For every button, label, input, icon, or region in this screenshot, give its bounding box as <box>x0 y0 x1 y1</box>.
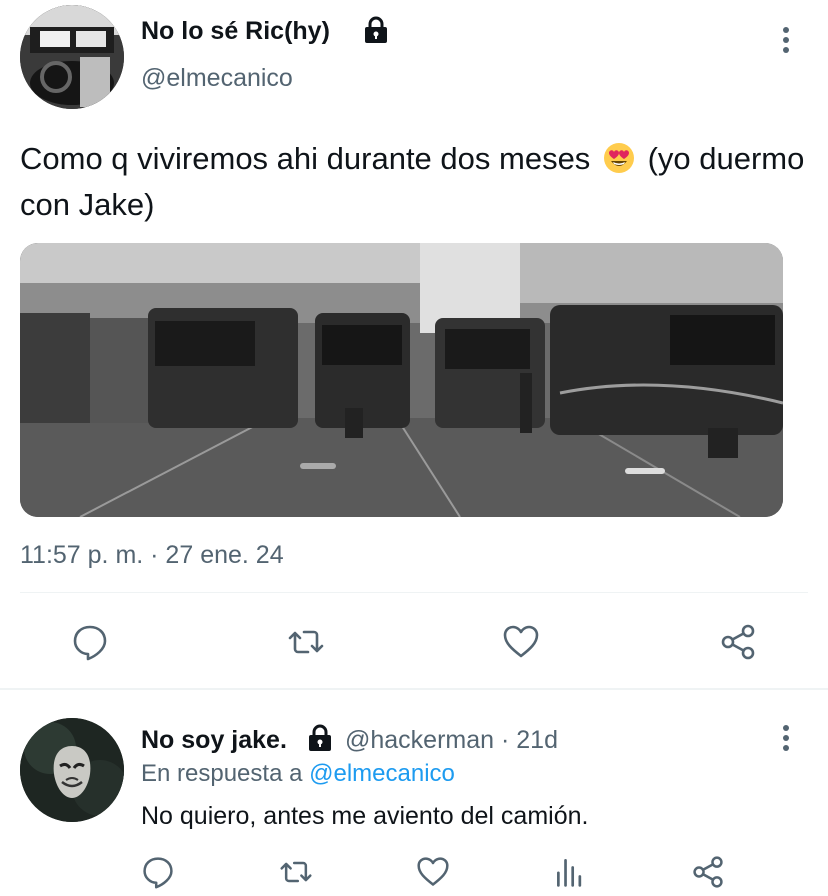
divider <box>20 592 808 593</box>
reply-author-avatar[interactable] <box>20 718 124 822</box>
like-button[interactable] <box>499 620 543 664</box>
reply-like-button[interactable] <box>413 852 453 892</box>
reply-reply-button[interactable] <box>138 852 178 892</box>
tweet-text: Como q viviremos ahi durante dos meses (… <box>20 136 810 228</box>
heart-icon <box>503 625 539 658</box>
replying-to-mention-link[interactable]: @elmecanico <box>309 760 455 787</box>
main-tweet: No lo sé Ric(hy) @elmecanico Como q vivi… <box>0 0 828 688</box>
share-icon <box>721 624 755 660</box>
reply-handle-and-time[interactable]: @hackerman · 21d <box>345 726 558 755</box>
reply-tweet[interactable]: No soy jake. @hackerman · 21d En respues… <box>0 690 828 896</box>
retweet-icon <box>280 861 312 883</box>
reply-button[interactable] <box>68 620 112 664</box>
reply-icon <box>143 857 173 889</box>
author-avatar[interactable] <box>20 5 124 109</box>
analytics-icon <box>557 859 582 887</box>
share-button[interactable] <box>716 620 760 664</box>
reply-share-button[interactable] <box>688 852 728 892</box>
reply-text: No quiero, antes me aviento del camión. <box>141 802 589 830</box>
reply-retweet-button[interactable] <box>276 852 316 892</box>
protected-lock-icon <box>361 15 391 45</box>
reply-icon <box>73 625 107 661</box>
reply-author-display-name[interactable]: No soy jake. <box>141 726 287 755</box>
replying-to-label: En respuesta a <box>141 760 303 787</box>
heart-eyes-emoji-icon <box>603 141 635 173</box>
protected-lock-icon <box>305 723 335 753</box>
tweet-text-main: Como q viviremos ahi durante dos meses <box>20 141 591 176</box>
heart-icon <box>417 857 449 886</box>
reply-views-button[interactable] <box>550 852 590 892</box>
more-options-icon[interactable] <box>770 24 802 56</box>
author-display-name[interactable]: No lo sé Ric(hy) <box>141 17 330 46</box>
tweet-timestamp[interactable]: 11:57 p. m. · 27 ene. 24 <box>20 541 284 570</box>
replying-to: En respuesta a @elmecanico <box>141 760 455 788</box>
retweet-button[interactable] <box>284 620 328 664</box>
more-options-icon[interactable] <box>770 722 802 754</box>
author-handle[interactable]: @elmecanico <box>141 64 293 93</box>
tweet-photo[interactable] <box>20 243 783 517</box>
share-icon <box>693 856 723 888</box>
retweet-icon <box>288 630 324 654</box>
